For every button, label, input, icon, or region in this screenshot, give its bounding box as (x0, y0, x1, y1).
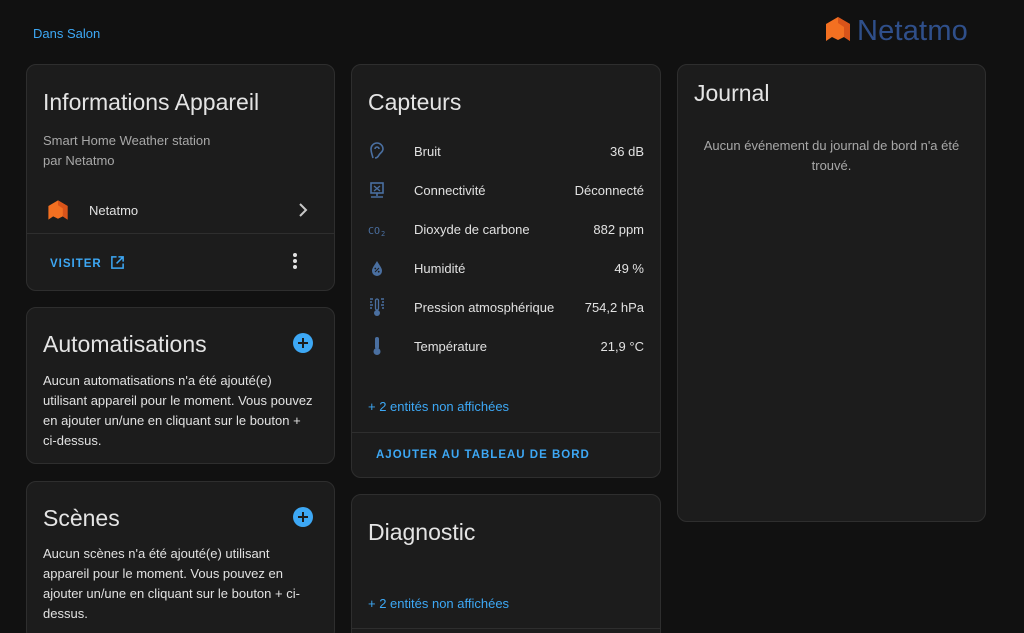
sensor-label: Dioxyde de carbone (414, 221, 530, 237)
visit-label: VISITER (50, 258, 102, 270)
svg-text:2: 2 (381, 230, 385, 238)
sensor-row-noise[interactable]: Bruit 36 dB (368, 141, 644, 161)
device-model: Smart Home Weather station (43, 133, 211, 148)
device-manufacturer: par Netatmo (43, 153, 115, 168)
area-breadcrumb-link[interactable]: Dans Salon (33, 26, 100, 41)
water-percent-icon (368, 258, 390, 278)
device-info-title: Informations Appareil (43, 89, 260, 115)
netatmo-integration-icon (46, 198, 70, 227)
sensor-row-humidity[interactable]: Humidité 49 % (368, 258, 644, 278)
show-hidden-diagnostic-entities-link[interactable]: + 2 entités non affichées (368, 596, 509, 611)
sensor-value: 49 % (614, 260, 644, 276)
co2-icon: CO 2 (368, 219, 390, 239)
sensor-row-connectivity[interactable]: Connectivité Déconnecté (368, 180, 644, 200)
sensor-value: 754,2 hPa (584, 299, 644, 315)
scenes-card: Scènes Aucun scènes n'a été ajouté(e) ut… (26, 481, 335, 633)
plus-icon (298, 512, 308, 522)
sensor-label: Température (414, 338, 487, 354)
diagnostic-title: Diagnostic (368, 519, 476, 545)
sensor-value: 882 ppm (593, 221, 644, 237)
sensor-label: Bruit (414, 143, 441, 159)
add-to-dashboard-button[interactable]: AJOUTER AU TABLEAU DE BORD (376, 449, 590, 461)
logbook-card: Journal Aucun événement du journal de bo… (677, 64, 986, 522)
logbook-title: Journal (694, 80, 770, 106)
sensor-label: Connectivité (414, 182, 486, 198)
gauge-icon (368, 297, 390, 317)
sensors-card-divider (352, 432, 660, 433)
chevron-right-icon (296, 202, 310, 223)
sensors-card: Capteurs Bruit 36 dB Connectivité Déconn… (351, 64, 661, 478)
add-automation-button[interactable] (293, 333, 313, 353)
show-hidden-entities-link[interactable]: + 2 entités non affichées (368, 399, 509, 414)
automations-title: Automatisations (43, 331, 207, 357)
sensors-title: Capteurs (368, 89, 462, 115)
visit-button[interactable]: VISITER (50, 255, 125, 273)
scenes-title: Scènes (43, 505, 120, 531)
automations-card: Automatisations Aucun automatisations n'… (26, 307, 335, 464)
netatmo-brand: Netatmo (823, 14, 968, 49)
device-card-divider (27, 233, 334, 234)
device-info-card: Informations Appareil Smart Home Weather… (26, 64, 335, 291)
sensor-value: 36 dB (610, 143, 644, 159)
diagnostic-card: Diagnostic + 2 entités non affichées (351, 494, 661, 633)
svg-text:CO: CO (368, 226, 380, 237)
device-page: Dans Salon Netatmo Informations Appareil… (0, 0, 1024, 633)
plus-icon (298, 338, 308, 348)
netatmo-logo-icon (823, 14, 853, 49)
brand-name: Netatmo (857, 15, 968, 47)
diagnostic-card-divider (352, 628, 660, 629)
sensor-value: Déconnecté (574, 182, 644, 198)
thermometer-icon (368, 336, 390, 356)
scenes-empty-text: Aucun scènes n'a été ajouté(e) utilisant… (43, 546, 300, 621)
integration-row[interactable]: Netatmo (27, 193, 334, 229)
ear-icon (368, 141, 390, 161)
sensor-value: 21,9 °C (600, 338, 644, 354)
automations-empty-text: Aucun automatisations n'a été ajouté(e) … (43, 373, 313, 448)
sensor-label: Pression atmosphérique (414, 299, 555, 315)
sensor-row-temperature[interactable]: Température 21,9 °C (368, 336, 644, 356)
open-in-new-icon (110, 255, 125, 273)
sensor-label: Humidité (414, 260, 466, 276)
more-options-icon[interactable] (289, 251, 301, 276)
network-off-icon (368, 180, 390, 200)
integration-name: Netatmo (89, 203, 139, 218)
add-scene-button[interactable] (293, 507, 313, 527)
sensor-row-co2[interactable]: CO 2 Dioxyde de carbone 882 ppm (368, 219, 644, 239)
logbook-empty-text: Aucun événement du journal de bord n'a é… (703, 138, 960, 173)
sensor-row-pressure[interactable]: Pression atmosphérique 754,2 hPa (368, 297, 644, 317)
